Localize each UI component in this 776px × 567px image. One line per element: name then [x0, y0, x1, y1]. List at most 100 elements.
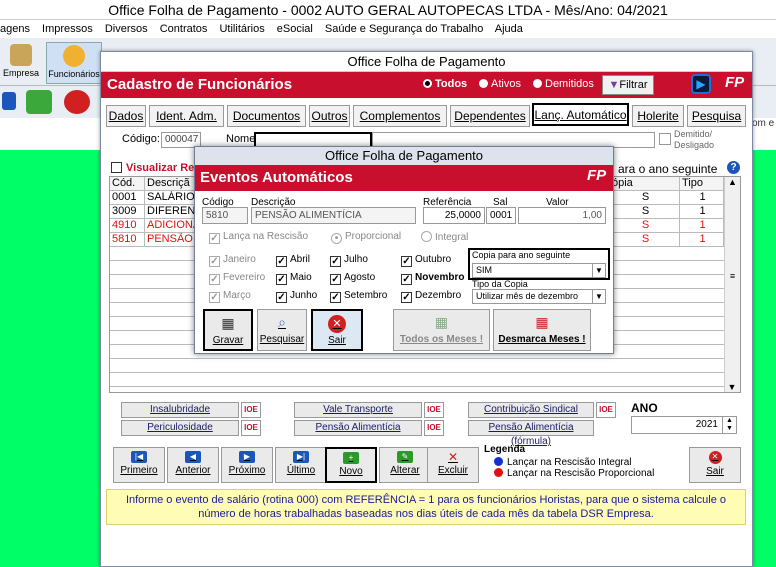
menu-item[interactable]: Contratos — [160, 23, 208, 35]
calculator-icon[interactable] — [2, 92, 16, 110]
play-icon[interactable]: ▶ — [691, 74, 711, 94]
todos-meses-button[interactable]: ▦ Todos os Meses ! — [393, 309, 490, 351]
chevron-down-icon[interactable]: ▼ — [592, 290, 605, 303]
ano-spinner[interactable]: 2021 ▲ ▼ — [631, 416, 737, 434]
check-icon: ✓ — [209, 292, 220, 303]
lancar-rescisao-checkbox[interactable]: ✓ Lança na Rescisão — [209, 231, 308, 244]
menu-item[interactable]: Diversos — [105, 23, 148, 35]
check-icon: ✓ — [401, 256, 412, 267]
scroll-grip-icon[interactable]: ≡ — [725, 271, 740, 281]
grid-scrollbar[interactable]: ▲ ≡ ▼ — [724, 177, 740, 392]
demitido-checkbox[interactable] — [659, 133, 671, 145]
empresa-button[interactable]: Empresa — [0, 42, 42, 84]
excluir-button[interactable]: ✕ Excluir — [427, 447, 479, 483]
novo-button[interactable]: + Novo — [325, 447, 377, 483]
phone-icon[interactable] — [26, 90, 52, 114]
month-agosto-checkbox[interactable]: ✓ Agosto — [330, 272, 375, 285]
alterar-button[interactable]: ✎ Alterar — [379, 447, 431, 483]
filter-demitidos-radio[interactable]: Demitidos — [533, 78, 594, 90]
menu-item[interactable]: Ajuda — [495, 23, 523, 35]
vale-transporte-ioe-button[interactable]: IOE — [424, 402, 444, 418]
menu-item[interactable]: eSocial — [277, 23, 313, 35]
tipo-copia-select[interactable]: Utilizar mês de dezembro ▼ — [472, 289, 606, 304]
legenda-proporcional: Lançar na Rescisão Proporcional — [507, 468, 655, 479]
grid-header-tipo: Tipo — [680, 177, 724, 191]
proximo-button[interactable]: ▶ Próximo — [221, 447, 273, 483]
visualizar-checkbox[interactable] — [111, 162, 122, 173]
last-record-icon: ▶| — [293, 451, 309, 463]
month-marco-checkbox[interactable]: ✓ Março — [209, 290, 251, 303]
tab-complementos[interactable]: Complementos — [353, 105, 447, 127]
codigo-field[interactable]: 5810 — [202, 207, 248, 224]
descricao-field[interactable]: PENSÃO ALIMENTÍCIA — [251, 207, 416, 224]
tab-ident-adm[interactable]: Ident. Adm. — [149, 105, 224, 127]
pesquisar-button[interactable]: ⌕ Pesquisar — [257, 309, 307, 351]
scroll-up-icon[interactable]: ▲ — [725, 177, 740, 191]
chevron-down-icon[interactable]: ▼ — [592, 264, 605, 277]
month-dezembro-checkbox[interactable]: ✓ Dezembro — [401, 290, 461, 303]
cell-tipo: 1 — [680, 191, 724, 205]
tab-pesquisa[interactable]: Pesquisa — [687, 105, 746, 127]
sair-button[interactable]: ✕ Sair — [311, 309, 363, 351]
valor-field[interactable]: 1,00 — [518, 207, 606, 224]
tab-dependentes[interactable]: Dependentes — [450, 105, 530, 127]
filter-ativos-radio[interactable]: Ativos — [479, 78, 521, 90]
month-maio-checkbox[interactable]: ✓ Maio — [276, 272, 312, 285]
visualizar-label: Visualizar Ref — [126, 162, 198, 174]
menu-item[interactable]: agens — [0, 23, 30, 35]
cell-copia: S — [610, 219, 680, 233]
filter-button[interactable]: ▼Filtrar — [602, 75, 654, 95]
copia-header-label: ara o ano seguinte — [618, 162, 718, 176]
month-abril-checkbox[interactable]: ✓ Abril — [276, 254, 310, 267]
contribuicao-sindical-button[interactable]: Contribuição Sindical — [468, 402, 594, 418]
periculosidade-ioe-button[interactable]: IOE — [241, 420, 261, 436]
funnel-icon: ▼ — [608, 79, 620, 91]
scroll-down-icon[interactable]: ▼ — [725, 382, 739, 392]
proporcional-radio[interactable]: • Proporcional — [331, 231, 401, 244]
month-julho-checkbox[interactable]: ✓ Julho — [330, 254, 368, 267]
app-menubar: agens Impressos Diversos Contratos Utili… — [0, 20, 776, 38]
next-record-icon: ▶ — [239, 451, 255, 463]
desmarca-meses-button[interactable]: ▦ Desmarca Meses ! — [493, 309, 591, 351]
tab-lanc-automatico[interactable]: Lanç. Automático — [532, 103, 629, 126]
month-outubro-checkbox[interactable]: ✓ Outubro — [401, 254, 451, 267]
spinner-arrows-icon[interactable]: ▲ ▼ — [722, 417, 736, 433]
integral-radio[interactable]: Integral — [421, 231, 468, 243]
filter-todos-radio[interactable]: Todos — [423, 78, 467, 90]
periculosidade-button[interactable]: Periculosidade — [121, 420, 239, 436]
tab-holerite[interactable]: Holerite — [632, 105, 684, 127]
tab-outros[interactable]: Outros — [309, 105, 350, 127]
funcionarios-button[interactable]: Funcionários — [46, 42, 102, 84]
gravar-button[interactable]: ▦ Gravar — [203, 309, 253, 351]
pensao-formula-button[interactable]: Pensão Alimentícia (fórmula) — [468, 420, 594, 447]
month-junho-checkbox[interactable]: ✓ Junho — [276, 290, 317, 303]
month-janeiro-checkbox[interactable]: ✓ Janeiro — [209, 254, 256, 267]
help-icon[interactable]: ? — [727, 161, 740, 174]
sair-button[interactable]: ✕ Sair — [689, 447, 741, 483]
cell-copia: S — [610, 191, 680, 205]
copia-select[interactable]: SIM ▼ — [472, 263, 606, 278]
menu-item[interactable]: Impressos — [42, 23, 93, 35]
referencia-field[interactable]: 25,0000 — [423, 207, 485, 224]
vale-transporte-button[interactable]: Vale Transporte — [294, 402, 422, 418]
anterior-button[interactable]: ◀ Anterior — [167, 447, 219, 483]
settings-icon[interactable] — [64, 90, 90, 114]
tab-dados[interactable]: Dados — [106, 105, 146, 127]
menu-item[interactable]: Utilitários — [219, 23, 264, 35]
month-fevereiro-checkbox[interactable]: ✓ Fevereiro — [209, 272, 265, 285]
menu-item[interactable]: Saúde e Segurança do Trabalho — [325, 23, 483, 35]
pensao-alimenticia-button[interactable]: Pensão Alimentícia — [294, 420, 422, 436]
month-novembro-checkbox[interactable]: ✓ Novembro — [401, 272, 464, 285]
month-setembro-checkbox[interactable]: ✓ Setembro — [330, 290, 387, 303]
contribuicao-sindical-ioe-button[interactable]: IOE — [596, 402, 616, 418]
insalubridade-ioe-button[interactable]: IOE — [241, 402, 261, 418]
grid-header-cod: Cód. — [110, 177, 145, 191]
tab-documentos[interactable]: Documentos — [227, 105, 306, 127]
blue-dot-icon — [494, 457, 503, 466]
cell-cod: 5810 — [110, 233, 145, 247]
sal-field[interactable]: 0001 — [486, 207, 516, 224]
primeiro-button[interactable]: |◀ Primeiro — [113, 447, 165, 483]
pensao-alimenticia-ioe-button[interactable]: IOE — [424, 420, 444, 436]
insalubridade-button[interactable]: Insalubridade — [121, 402, 239, 418]
ultimo-button[interactable]: ▶| Último — [275, 447, 327, 483]
